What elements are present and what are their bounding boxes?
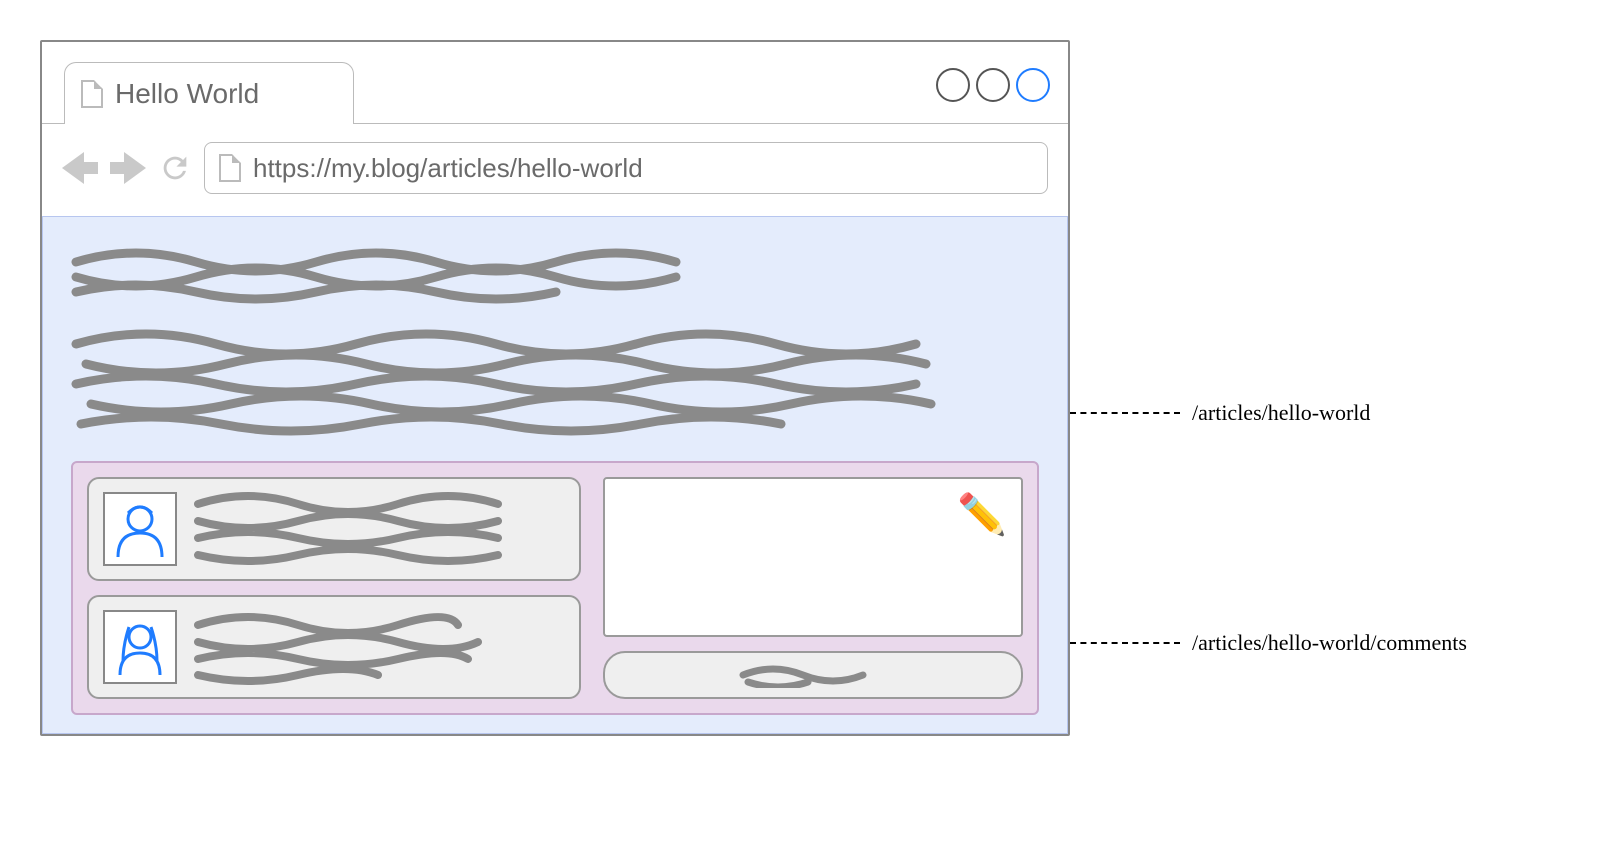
toolbar: https://my.blog/articles/hello-world — [42, 124, 1068, 216]
back-arrow-icon — [62, 152, 84, 184]
url-text: https://my.blog/articles/hello-world — [253, 153, 643, 184]
annotation-comments-route: /articles/hello-world/comments — [1070, 630, 1467, 656]
forward-button[interactable] — [110, 152, 146, 184]
article-heading-placeholder — [71, 247, 751, 307]
window-controls — [936, 68, 1050, 102]
avatar — [103, 492, 177, 566]
route-comments-region: ✏️ — [71, 461, 1039, 715]
reload-icon — [158, 151, 192, 185]
address-bar[interactable]: https://my.blog/articles/hello-world — [204, 142, 1048, 194]
comment-body-placeholder — [193, 607, 563, 687]
window-control-2[interactable] — [976, 68, 1010, 102]
forward-arrow-icon — [124, 152, 146, 184]
back-button[interactable] — [62, 152, 98, 184]
annotation-text: /articles/hello-world/comments — [1192, 630, 1467, 656]
avatar-female-icon — [110, 617, 170, 677]
annotation-article-route: /articles/hello-world — [1070, 400, 1370, 426]
route-article-region: ✏️ — [42, 216, 1068, 734]
comments-list — [87, 477, 581, 699]
tab-bar: Hello World — [42, 42, 1068, 124]
comment-body-placeholder — [193, 489, 563, 569]
reload-button[interactable] — [158, 151, 192, 185]
article-body-placeholder — [71, 329, 1001, 439]
window-control-1[interactable] — [936, 68, 970, 102]
submit-button[interactable] — [603, 651, 1023, 699]
page-icon — [219, 154, 241, 182]
comment-item — [87, 595, 581, 699]
browser-window: Hello World http — [40, 40, 1070, 736]
avatar-male-icon — [110, 499, 170, 559]
annotation-text: /articles/hello-world — [1192, 400, 1370, 426]
avatar — [103, 610, 177, 684]
page-icon — [81, 80, 103, 108]
comment-item — [87, 477, 581, 581]
tab-title: Hello World — [115, 78, 259, 110]
submit-label-placeholder — [738, 662, 888, 688]
window-control-3[interactable] — [1016, 68, 1050, 102]
compose-textarea[interactable]: ✏️ — [603, 477, 1023, 637]
browser-tab[interactable]: Hello World — [64, 62, 354, 124]
compose-column: ✏️ — [603, 477, 1023, 699]
pencil-icon: ✏️ — [957, 491, 1007, 538]
